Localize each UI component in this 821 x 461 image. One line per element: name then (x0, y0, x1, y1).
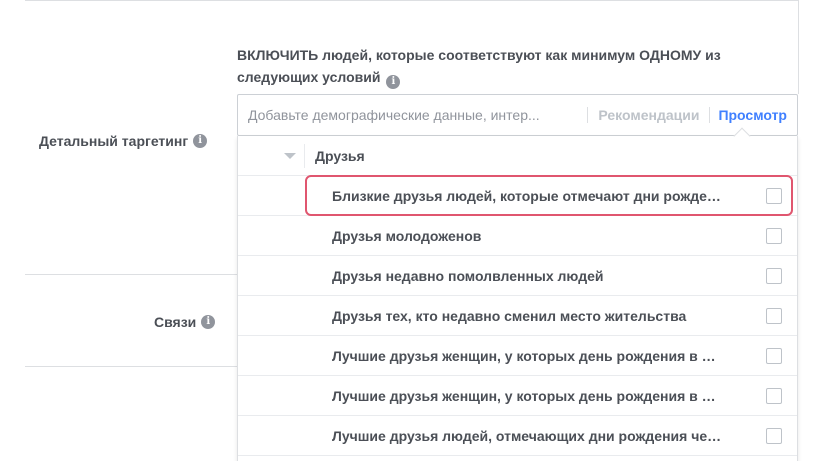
list-item[interactable]: Друзья молодоженов (238, 216, 797, 256)
category-header[interactable]: Друзья (238, 136, 797, 176)
checkbox[interactable] (766, 227, 782, 244)
collapse-arrow-icon[interactable] (284, 152, 296, 159)
checkbox[interactable] (766, 387, 782, 404)
checkbox[interactable] (766, 347, 782, 364)
include-text: ВКЛЮЧИТЬ людей, которые соответствуют ка… (237, 47, 721, 85)
list-item[interactable]: Лучшие друзья людей, отмечающих дни рожд… (238, 416, 797, 456)
detailed-targeting-search: Рекомендации Просмотр (237, 94, 798, 136)
browse-dropdown: Друзья Близкие друзья людей, которые отм… (237, 136, 798, 461)
list-item[interactable]: Друзья недавно помолвленных людей (238, 256, 797, 296)
top-divider (25, 0, 798, 1)
list-item-label: Лучшие друзья женщин, у которых день рож… (332, 347, 716, 364)
connections-text: Связи (154, 314, 197, 330)
section-divider (25, 366, 237, 367)
list-item-label: Друзья тех, кто недавно сменил место жит… (332, 307, 687, 324)
checkbox[interactable] (766, 307, 782, 324)
list-item-label: Друзья недавно помолвленных людей (332, 267, 604, 284)
list-item[interactable]: Близкие друзья людей, которые отмечают д… (238, 176, 797, 216)
right-border (798, 0, 799, 94)
info-icon[interactable]: i (201, 315, 216, 329)
list-item[interactable]: Лучшие друзья женщин, у которых день рож… (238, 376, 797, 416)
info-icon[interactable]: i (386, 75, 401, 89)
list-item-label: Лучшие друзья людей, отмечающих дни рожд… (332, 427, 722, 444)
list-item[interactable]: Друзья тех, кто недавно сменил место жит… (238, 296, 797, 336)
detailed-targeting-label: Детальный таргетинг i (39, 133, 208, 149)
list-item-label: Близкие друзья людей, которые отмечают д… (332, 187, 721, 204)
checkbox[interactable] (766, 427, 782, 444)
connections-label: Связи i (154, 314, 216, 330)
checkbox[interactable] (766, 187, 782, 204)
list-item-label: Друзья молодоженов (332, 227, 482, 244)
section-divider (25, 274, 237, 275)
list-item[interactable]: Лучшие друзья женщин, у которых день рож… (238, 336, 797, 376)
info-icon[interactable]: i (193, 134, 208, 148)
browse-link[interactable]: Просмотр (710, 95, 797, 135)
checkbox[interactable] (766, 267, 782, 284)
include-instruction: ВКЛЮЧИТЬ людей, которые соответствуют ка… (237, 44, 777, 89)
list-item-label: Лучшие друзья женщин, у которых день рож… (332, 387, 716, 404)
recommendations-link[interactable]: Рекомендации (588, 107, 709, 123)
search-input[interactable] (238, 95, 588, 135)
header-divider (304, 143, 305, 168)
detailed-targeting-text: Детальный таргетинг (39, 133, 189, 149)
category-title: Друзья (315, 147, 365, 164)
